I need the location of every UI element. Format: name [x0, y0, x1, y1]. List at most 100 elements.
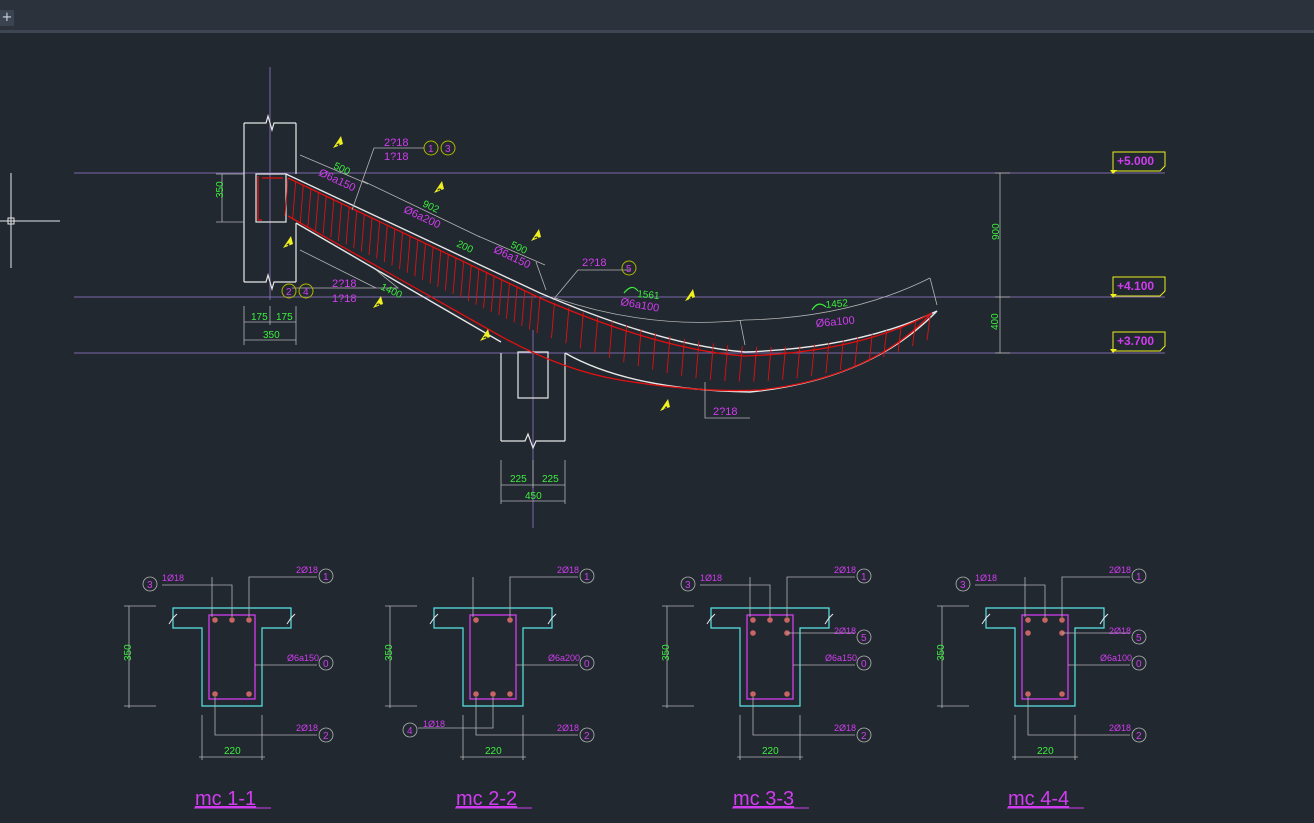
section-left-label: 1Ø18 — [162, 573, 184, 583]
section-stirrup-marker-label: 0 — [323, 659, 329, 670]
section-mid-label: 2Ø18 — [834, 626, 856, 636]
section-top-label: 2Ø18 — [557, 565, 579, 575]
section-top-marker-label: 1 — [1136, 572, 1142, 583]
rebar-dot — [1025, 630, 1031, 636]
rebar-dot — [473, 691, 479, 697]
svg-text:3: 3 — [534, 235, 539, 245]
dim-350-bottom: 350 — [263, 330, 280, 341]
svg-text:2: 2 — [437, 187, 442, 197]
section-bottom-label: 2Ø18 — [834, 723, 856, 733]
svg-text:4: 4 — [303, 287, 309, 298]
rebar-dot — [246, 691, 252, 697]
dim-350-left: 350 — [215, 181, 226, 198]
section-title: mc 1-1 — [195, 788, 256, 810]
section-height-label: 350 — [123, 644, 134, 661]
section-height-label: 350 — [661, 644, 672, 661]
rebar-dot — [750, 617, 756, 623]
section-top-marker-label: 1 — [861, 572, 867, 583]
rebar-dot — [473, 617, 479, 623]
dim-175-b: 175 — [276, 312, 293, 323]
section-top-marker-label: 1 — [584, 572, 590, 583]
section-title: mc 2-2 — [456, 788, 517, 810]
rebar-top-a: 2?18 — [384, 137, 408, 149]
rebar-dot — [1059, 691, 1065, 697]
svg-text:3: 3 — [483, 335, 488, 345]
rebar-dot — [212, 691, 218, 697]
rebar-dot — [246, 617, 252, 623]
section-stirrup-label: Ø6a100 — [1100, 653, 1132, 663]
rebar-dot — [767, 617, 773, 623]
elevation-label-1: +5.000 — [1117, 154, 1154, 168]
add-tab-button[interactable]: + — [0, 10, 14, 26]
section-left-marker-label: 3 — [685, 580, 691, 591]
dim-175-a: 175 — [251, 312, 268, 323]
dim-1452: 1452 — [825, 298, 849, 311]
svg-text:5: 5 — [626, 264, 632, 275]
elevation-label-3: +3.700 — [1117, 334, 1154, 348]
rebar-bot-b: 1?18 — [332, 293, 356, 305]
rebar-dot — [507, 691, 513, 697]
section-stirrup-marker-label: 0 — [1136, 659, 1142, 670]
section-bottom-label: 2Ø18 — [296, 723, 318, 733]
section-top-marker-label: 1 — [323, 572, 329, 583]
rebar-dot — [750, 691, 756, 697]
svg-text:3: 3 — [445, 144, 451, 155]
rebar-dot — [229, 617, 235, 623]
drawing-canvas[interactable]: 350 175 175 350 225 225 450 900 400 +5.0… — [0, 33, 1314, 823]
section-height-label: 350 — [384, 644, 395, 661]
svg-text:2: 2 — [286, 287, 292, 298]
section-stirrup-label: Ø6a200 — [548, 653, 580, 663]
section-width-label: 220 — [762, 746, 779, 757]
section-top-label: 2Ø18 — [1109, 565, 1131, 575]
svg-text:1: 1 — [286, 242, 291, 252]
svg-text:2: 2 — [376, 302, 381, 312]
dim-450: 450 — [525, 491, 542, 502]
rebar-bottom-curve: 2?18 — [713, 406, 737, 418]
svg-text:1: 1 — [336, 142, 341, 152]
section-stirrup-label: Ø6a150 — [825, 653, 857, 663]
svg-text:4: 4 — [688, 295, 693, 305]
section-top-label: 2Ø18 — [296, 565, 318, 575]
elevation-label-2: +4.100 — [1117, 279, 1154, 293]
dim-900: 900 — [991, 223, 1002, 240]
section-bottom-label: 2Ø18 — [557, 723, 579, 733]
section-stirrup-label: Ø6a150 — [287, 653, 319, 663]
section-title: mc 4-4 — [1008, 788, 1069, 810]
section-bottom-marker-label: 2 — [1136, 731, 1142, 742]
section-width-label: 220 — [224, 746, 241, 757]
section-left-marker-label: 3 — [147, 580, 153, 591]
rebar-dot — [784, 617, 790, 623]
section-left-label: 1Ø18 — [975, 573, 997, 583]
section-left-label: 1Ø18 — [423, 719, 445, 729]
section-left-marker-label: 3 — [960, 580, 966, 591]
dim-225-a: 225 — [510, 474, 527, 485]
rebar-dot — [784, 691, 790, 697]
rebar-dot — [507, 617, 513, 623]
section-bottom-marker-label: 2 — [861, 731, 867, 742]
rebar-top-b: 1?18 — [384, 151, 408, 163]
section-width-label: 220 — [1037, 746, 1054, 757]
section-stirrup-marker-label: 0 — [861, 659, 867, 670]
rebar-dot — [212, 617, 218, 623]
section-mid-label: 2Ø18 — [1109, 626, 1131, 636]
section-bottom-label: 2Ø18 — [1109, 723, 1131, 733]
section-bottom-marker-label: 2 — [584, 731, 590, 742]
rebar-dot — [1025, 691, 1031, 697]
rebar-dot — [490, 691, 496, 697]
tab-bar: + — [0, 0, 1314, 33]
dim-400: 400 — [990, 313, 1001, 330]
section-stirrup-marker-label: 0 — [584, 659, 590, 670]
section-top-label: 2Ø18 — [834, 565, 856, 575]
section-left-marker-label: 4 — [407, 726, 413, 737]
section-bottom-marker-label: 2 — [323, 731, 329, 742]
svg-text:1: 1 — [428, 144, 434, 155]
section-height-label: 350 — [936, 644, 947, 661]
dim-225-b: 225 — [542, 474, 559, 485]
section-left-label: 1Ø18 — [700, 573, 722, 583]
rebar-dot — [1042, 617, 1048, 623]
section-width-label: 220 — [485, 746, 502, 757]
rebar-dot — [750, 630, 756, 636]
svg-text:4: 4 — [663, 405, 668, 415]
rebar-dot — [1059, 617, 1065, 623]
section-mid-marker-label: 5 — [861, 633, 867, 644]
